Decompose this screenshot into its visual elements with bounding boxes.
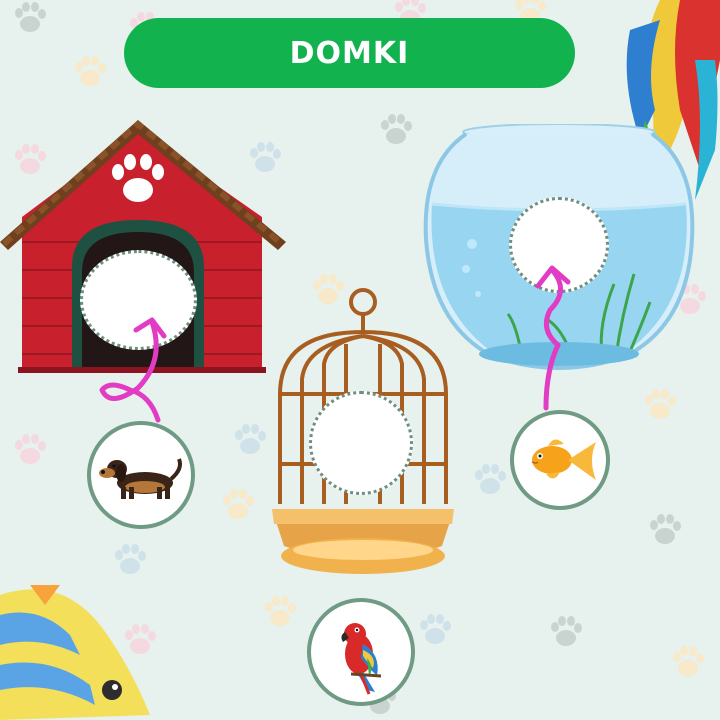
title-banner: DOMKI (124, 18, 575, 88)
dachshund-icon (99, 458, 182, 499)
fish-decoration-icon (0, 585, 150, 720)
goldfish-icon (531, 439, 596, 480)
game-board: DOMKI (0, 0, 720, 720)
fishbowl-drop-slot[interactable] (509, 197, 609, 293)
animal-token-dog[interactable] (87, 421, 195, 529)
doghouse-drop-slot[interactable] (80, 250, 197, 350)
page-title: DOMKI (289, 35, 410, 71)
birdcage-drop-slot[interactable] (309, 391, 413, 495)
animal-token-parrot[interactable] (307, 598, 415, 706)
animal-token-goldfish[interactable] (510, 410, 610, 510)
parrot-icon (341, 623, 382, 695)
